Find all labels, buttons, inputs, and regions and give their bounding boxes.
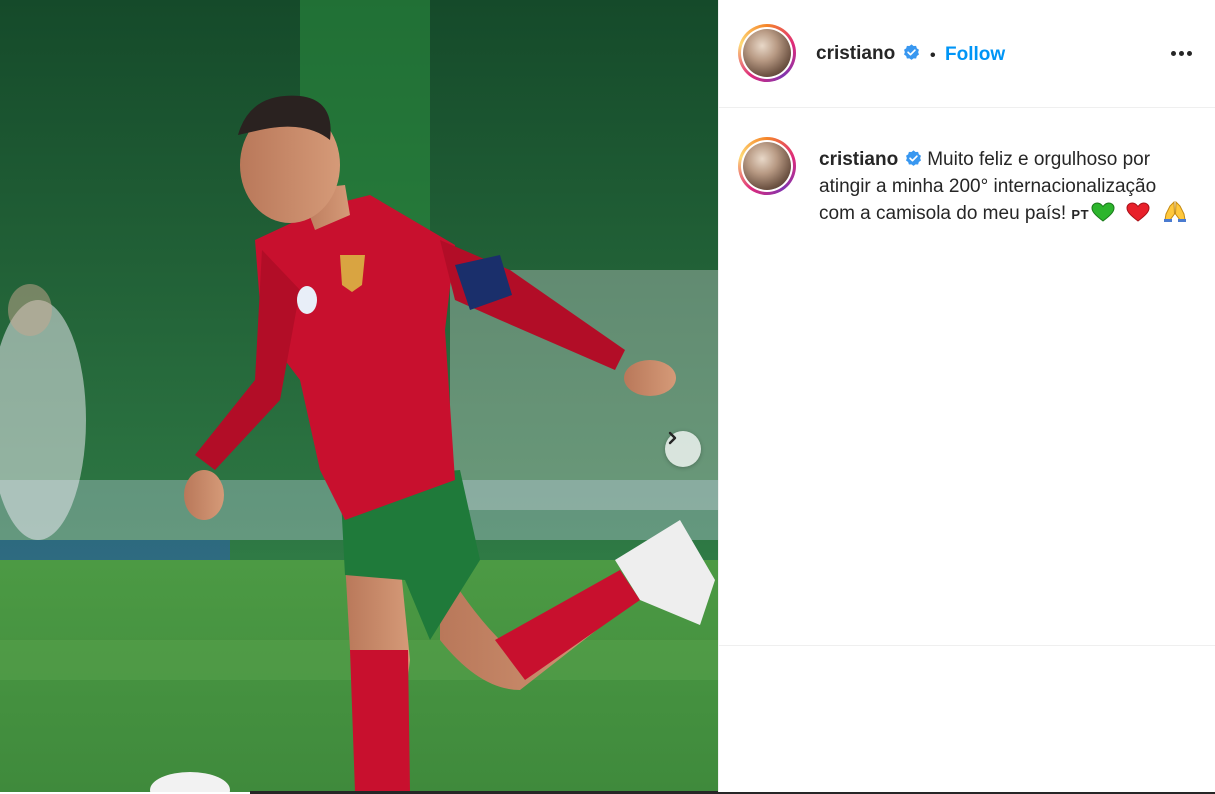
- more-dot-icon: [1171, 50, 1176, 56]
- post-side-panel: cristiano • Follow cristiano Muito feliz…: [718, 0, 1215, 792]
- follow-button[interactable]: Follow: [945, 44, 1005, 66]
- avatar[interactable]: [738, 24, 796, 82]
- post-header: cristiano • Follow: [719, 0, 1215, 108]
- verified-badge-icon: [904, 44, 919, 60]
- caption-username-link[interactable]: cristiano: [819, 149, 898, 170]
- post-image[interactable]: [0, 0, 718, 792]
- more-dot-icon: [1179, 50, 1184, 56]
- panel-divider: [719, 645, 1215, 646]
- post-photo-illustration: [0, 0, 718, 792]
- more-options-button[interactable]: [1171, 45, 1195, 61]
- more-dot-icon: [1187, 50, 1192, 56]
- flag-pt-icon: PT: [1071, 207, 1090, 222]
- caption-avatar[interactable]: [738, 137, 796, 195]
- caption-text: cristiano Muito feliz e orgulhoso por at…: [819, 146, 1189, 228]
- carousel-next-button[interactable]: [665, 431, 701, 467]
- folded-hands-icon: [1163, 200, 1186, 222]
- avatar-image: [743, 142, 791, 190]
- red-heart-icon: [1126, 202, 1150, 222]
- green-heart-icon: [1091, 202, 1115, 222]
- verified-badge-icon: [906, 150, 922, 166]
- username-link[interactable]: cristiano: [816, 43, 895, 65]
- chevron-right-icon: [668, 431, 677, 445]
- avatar-image: [743, 29, 791, 77]
- header-separator: •: [930, 47, 936, 64]
